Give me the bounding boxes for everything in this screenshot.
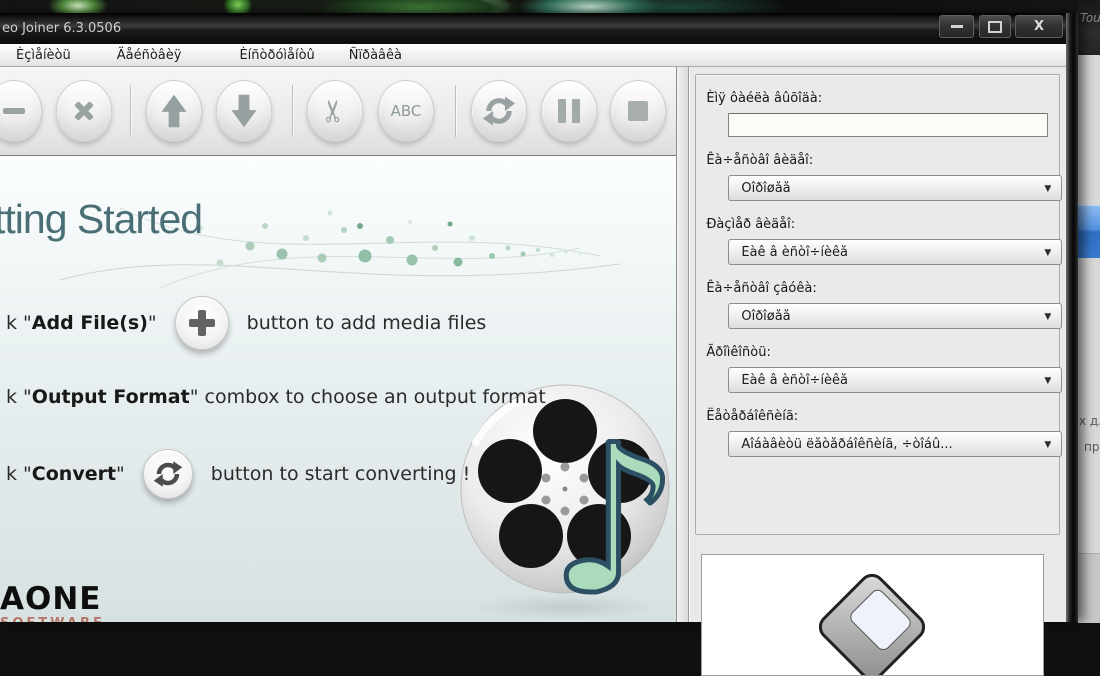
step1-rest: button to add media files [246, 312, 487, 334]
move-down-button[interactable] [216, 80, 272, 142]
toolbar: ✂ ABC [0, 67, 677, 156]
move-up-button[interactable] [146, 80, 202, 142]
page-title: tting Started [0, 196, 203, 242]
chevron-down-icon: ▼ [1044, 440, 1052, 450]
plus-icon [188, 310, 215, 336]
window-frame-edge [1066, 13, 1078, 622]
background-window-header-text: Tou [1080, 11, 1100, 25]
background-window-text-line2: пр [1084, 440, 1100, 454]
video-quality-label: Êà÷åñòâî âèäåî: [706, 153, 814, 168]
convert-button[interactable] [471, 80, 527, 142]
output-filename-input[interactable] [728, 113, 1049, 137]
step3-quote: " [116, 463, 125, 485]
output-settings-group: Èìÿ ôàéëà âûõîäà: Êà÷åñòâî âèäåî: Õîðîøå… [695, 74, 1063, 535]
app-window: eo Joiner 6.3.0506 X Èçìåíèòü Äåéñòâèÿ È… [0, 13, 1078, 676]
cut-button[interactable]: ✂ [307, 80, 363, 142]
menu-tools[interactable]: Èíñòðóìåíòû [233, 46, 320, 65]
audio-quality-dropdown[interactable]: Õîðîøåå ▼ [728, 303, 1063, 329]
background-window-header: Tou [1078, 0, 1100, 55]
letterbox-dropdown[interactable]: Äîáàâèòü ëåòåðáîêñèíã, ÷òîáû... ▼ [728, 431, 1063, 457]
music-note-icon: ♪ [547, 402, 677, 622]
step-output-format: k "Output Format" combox to choose an ou… [6, 386, 546, 408]
preview-box [701, 554, 1045, 676]
output-filename-label: Èìÿ ôàéëà âûõîäà: [706, 91, 823, 106]
delete-button[interactable] [56, 80, 112, 142]
panel-divider [677, 67, 690, 622]
arrow-up-icon [161, 94, 187, 128]
menu-actions[interactable]: Äåéñòâèÿ [111, 46, 188, 65]
abc-icon: ABC [390, 102, 422, 120]
menu-help[interactable]: Ñïðàâêà [343, 46, 408, 65]
toolbar-separator [130, 85, 131, 137]
letterbox-label: Ëåòåðáîêñèíã: [706, 409, 799, 424]
main-area: tting Started k "Add File(s)" button to … [0, 156, 677, 623]
toolbar-separator [455, 85, 456, 137]
close-icon: X [1033, 19, 1045, 34]
arrow-down-icon [231, 94, 257, 128]
logo-subtext: SOFTWARE [0, 616, 105, 622]
convert-icon [153, 461, 183, 487]
stop-icon [628, 101, 648, 121]
chevron-down-icon: ▼ [1044, 376, 1052, 386]
background-window-text-line1: х дл [1079, 414, 1100, 428]
step3-action: Convert [31, 463, 117, 485]
scissors-icon: ✂ [316, 98, 352, 124]
brand-logo: AONE SOFTWARE [0, 581, 105, 623]
video-size-label: Ðàçìåð âèäåî: [706, 217, 796, 232]
chevron-down-icon: ▼ [1044, 312, 1052, 322]
window-title: eo Joiner 6.3.0506 [2, 21, 122, 36]
step1-lead: k " [6, 312, 32, 334]
minus-icon [3, 108, 25, 114]
convert-start-button[interactable] [142, 449, 193, 499]
step3-lead: k " [6, 463, 32, 485]
convert-icon [482, 96, 516, 126]
background-window-footer [1078, 553, 1100, 623]
background-window[interactable]: Tou х дл пр [1078, 0, 1100, 623]
video-size-dropdown[interactable]: Êàê â èñòî÷íèêå ▼ [728, 239, 1063, 265]
toolbar-separator [292, 85, 293, 137]
step3-rest: button to start converting ! [210, 463, 471, 485]
volume-label: Ãðîìêîñòü: [706, 345, 771, 360]
pause-icon [558, 99, 580, 123]
background-window-selection-bar[interactable] [1078, 205, 1100, 258]
logo-text: AONE [0, 581, 102, 617]
minimize-button[interactable] [939, 15, 974, 38]
step-convert: k "Convert" button to start converting ! [6, 449, 470, 499]
maximize-button[interactable] [979, 15, 1011, 38]
step2-action: Output Format [31, 386, 190, 408]
menu-bar: Èçìåíèòü Äåéñòâèÿ Èíñòðóìåíòû Ñïðàâêà [0, 44, 1066, 67]
step-add-files: k "Add File(s)" button to add media file… [6, 296, 486, 350]
chevron-down-icon: ▼ [1044, 248, 1052, 258]
maximize-icon [988, 20, 1002, 33]
add-files-button[interactable] [174, 296, 229, 350]
video-quality-dropdown[interactable]: Õîðîøåå ▼ [728, 175, 1063, 201]
menu-edit[interactable]: Èçìåíèòü [10, 46, 77, 65]
x-icon [71, 98, 97, 124]
step1-action: Add File(s) [31, 312, 148, 334]
remove-file-button[interactable] [0, 80, 42, 142]
stop-button[interactable] [610, 80, 666, 142]
volume-dropdown[interactable]: Êàê â èñòî÷íèêå ▼ [728, 367, 1063, 393]
step2-rest: " combox to choose an output format [189, 386, 546, 408]
step2-lead: k " [6, 386, 32, 408]
text-button[interactable]: ABC [378, 80, 434, 142]
pause-button[interactable] [541, 80, 597, 142]
chevron-down-icon: ▼ [1044, 184, 1052, 194]
desktop-background-strip [0, 0, 1100, 13]
audio-quality-label: Êà÷åñòâî çâóêà: [706, 281, 817, 296]
minimize-icon [950, 25, 963, 28]
step1-quote: " [147, 312, 157, 334]
settings-panel: Èìÿ ôàéëà âûõîäà: Êà÷åñòâî âèäåî: Õîðîøå… [689, 67, 1066, 676]
title-bar[interactable]: eo Joiner 6.3.0506 [0, 13, 1066, 44]
media-file-icon [819, 573, 926, 675]
close-button[interactable]: X [1015, 15, 1063, 38]
